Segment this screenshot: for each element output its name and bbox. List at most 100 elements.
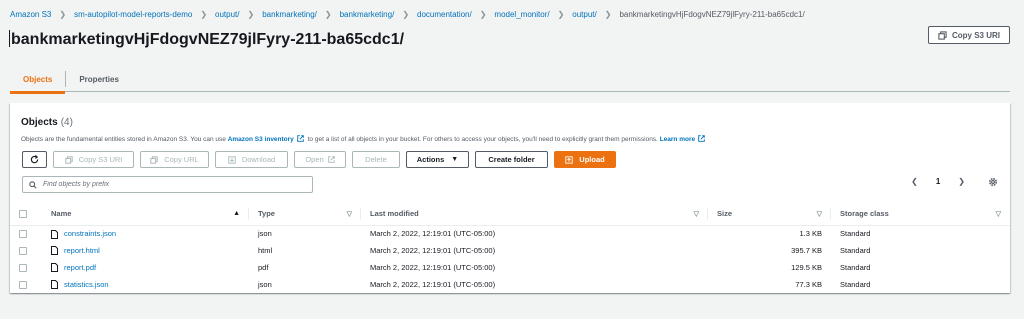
search-box	[22, 176, 313, 193]
learn-more-link[interactable]: Learn more	[660, 136, 695, 143]
sort-icon: ▽	[816, 211, 822, 218]
col-last-modified-header[interactable]: Last modified ▽	[361, 203, 708, 226]
upload-button[interactable]: Upload	[554, 151, 616, 168]
settings-icon[interactable]	[988, 177, 998, 189]
tab-objects[interactable]: Objects	[10, 66, 66, 94]
chevron-right-icon: ❯	[247, 9, 255, 19]
delete-label: Delete	[365, 155, 387, 164]
breadcrumb-model-monitor[interactable]: model_monitor/	[494, 10, 549, 19]
breadcrumb-output-2[interactable]: output/	[572, 10, 596, 19]
file-icon	[51, 246, 58, 256]
row-select-cell	[10, 242, 42, 259]
type-cell: json	[258, 280, 272, 289]
copy-url-label: Copy URL	[164, 155, 199, 164]
row-checkbox[interactable]	[19, 230, 27, 239]
page-number[interactable]: 1	[936, 177, 940, 186]
chevron-right-icon: ❯	[479, 9, 487, 19]
copy-url-button[interactable]: Copy URL	[140, 151, 209, 168]
search-icon	[29, 180, 37, 189]
search-input[interactable]	[43, 181, 303, 188]
last-modified-cell: March 2, 2022, 12:19:01 (UTC-05:00)	[370, 263, 496, 272]
col-name-header[interactable]: Name ▲	[42, 203, 249, 226]
objects-table: Name ▲ Type ▽ Last modified ▽ Size ▽ Storage…	[10, 203, 1010, 293]
row-checkbox[interactable]	[19, 264, 27, 272]
external-link-icon	[698, 135, 705, 142]
objects-description: Objects are the fundamental entities sto…	[21, 135, 707, 143]
download-icon	[228, 155, 236, 164]
upload-label: Upload	[579, 155, 605, 164]
copy-s3-uri-toolbar-button[interactable]: Copy S3 URI	[53, 151, 134, 168]
row-checkbox[interactable]	[19, 281, 27, 289]
size-cell: 129.5 KB	[791, 263, 822, 272]
breadcrumb-bankmarketing[interactable]: bankmarketing/	[262, 10, 317, 19]
col-storage-class-header[interactable]: Storage class ▽	[831, 203, 1010, 226]
create-folder-label: Create folder	[488, 155, 535, 164]
tab-bar: Objects Properties	[10, 66, 1010, 94]
last-modified-cell: March 2, 2022, 12:19:01 (UTC-05:00)	[370, 229, 496, 239]
name-cell: constraints.json	[42, 225, 249, 242]
file-icon	[51, 263, 58, 273]
breadcrumb-documentation[interactable]: documentation/	[417, 10, 472, 19]
chevron-right-icon: ❯	[59, 9, 67, 19]
name-cell: report.html	[42, 242, 249, 259]
storage-class-cell: Standard	[840, 280, 871, 289]
tab-properties[interactable]: Properties	[66, 66, 132, 92]
refresh-icon	[30, 155, 39, 164]
name-cell: report.pdf	[42, 259, 249, 276]
objects-panel: Objects (4) Objects are the fundamental e…	[10, 103, 1010, 293]
breadcrumb-bucket[interactable]: sm-autopilot-model-reports-demo	[74, 10, 192, 19]
row-checkbox[interactable]	[19, 247, 27, 255]
col-type-header[interactable]: Type ▽	[249, 203, 361, 226]
storage-class-cell: Standard	[840, 229, 871, 239]
delete-button[interactable]: Delete	[352, 151, 400, 168]
object-link[interactable]: statistics.json	[64, 280, 109, 289]
row-select-cell	[10, 259, 42, 276]
sort-icon: ▽	[995, 211, 1001, 218]
storage-class-cell: Standard	[840, 263, 871, 272]
download-label: Download	[241, 155, 276, 164]
copy-icon	[938, 30, 947, 40]
col-size-label: Size	[717, 209, 733, 219]
page-title: bankmarketingvHjFdogvNEZ79jlFyry-211-ba6…	[9, 30, 404, 49]
table-header-row: Name ▲ Type ▽ Last modified ▽ Size ▽ Storage…	[10, 203, 1010, 226]
objects-toolbar: Copy S3 URI Copy URL Download Open Delet…	[22, 151, 622, 168]
external-link-icon	[327, 156, 335, 163]
sort-icon: ▽	[346, 211, 352, 218]
inventory-link[interactable]: Amazon S3 inventory	[228, 136, 294, 143]
actions-dropdown[interactable]: Actions ▼	[406, 151, 469, 168]
chevron-right-icon: ❯	[402, 9, 410, 19]
object-link[interactable]: constraints.json	[64, 229, 116, 238]
breadcrumb-output[interactable]: output/	[215, 10, 239, 19]
copy-icon	[64, 155, 73, 164]
type-cell: html	[258, 246, 273, 255]
file-icon	[51, 280, 58, 290]
desc-prefix: Objects are the fundamental entities sto…	[21, 136, 226, 143]
copy-s3-uri-button[interactable]: Copy S3 URI	[928, 26, 1010, 44]
select-all-checkbox[interactable]	[19, 210, 27, 219]
breadcrumb-amazon-s3[interactable]: Amazon S3	[10, 10, 51, 19]
col-last-modified-label: Last modified	[370, 209, 419, 219]
chevron-right-icon[interactable]: ❯	[958, 177, 965, 186]
file-icon	[51, 229, 58, 239]
open-label: Open	[305, 155, 324, 164]
upload-icon	[565, 155, 573, 164]
row-select-cell	[10, 276, 42, 293]
objects-count: (4)	[60, 117, 73, 128]
chevron-right-icon: ❯	[200, 9, 208, 19]
col-size-header[interactable]: Size ▽	[708, 203, 831, 226]
type-cell: json	[258, 229, 272, 239]
download-button[interactable]: Download	[215, 151, 288, 168]
breadcrumb-bankmarketing-2[interactable]: bankmarketing/	[340, 10, 395, 19]
size-cell: 395.7 KB	[791, 246, 822, 255]
object-link[interactable]: report.pdf	[64, 263, 96, 272]
objects-heading: Objects (4)	[21, 117, 73, 128]
object-link[interactable]: report.html	[64, 246, 100, 255]
actions-label: Actions	[416, 155, 445, 164]
create-folder-button[interactable]: Create folder	[475, 151, 548, 168]
col-type-label: Type	[258, 209, 275, 219]
refresh-button[interactable]	[22, 151, 47, 168]
open-button[interactable]: Open	[294, 151, 346, 168]
size-cell: 77.3 KB	[795, 280, 822, 289]
chevron-left-icon[interactable]: ❮	[911, 177, 918, 186]
sort-icon: ▽	[693, 211, 699, 218]
